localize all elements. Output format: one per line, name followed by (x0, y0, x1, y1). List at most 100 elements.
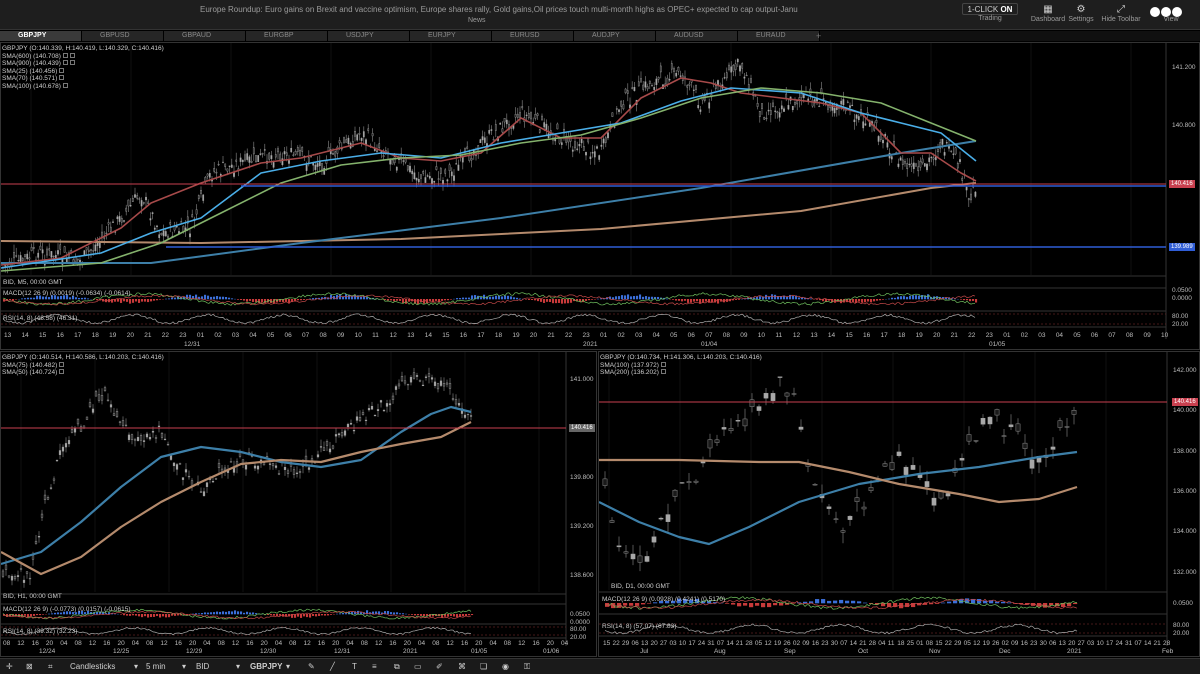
x-tick: 19 (773, 640, 782, 647)
x-tick: 08 (74, 640, 82, 647)
macd-bar (891, 297, 894, 300)
macd-bar (399, 299, 402, 301)
tab-gbpjpy[interactable]: GBPJPY (0, 31, 82, 41)
macd-bar (861, 299, 864, 303)
lock-icon[interactable]: ⚿ (524, 659, 530, 674)
layers-icon[interactable]: ❏ (480, 659, 487, 674)
timeframe-select[interactable]: 5 min (146, 659, 166, 674)
candle-body (879, 133, 882, 140)
candle-body (961, 177, 964, 181)
crop-icon[interactable]: ⌗ (48, 659, 53, 674)
x-tick: 22 (564, 332, 573, 339)
date-label: 12/31 (334, 648, 351, 655)
settings-button[interactable]: ⚙ Settings (1066, 3, 1096, 29)
x-tick: 12 (375, 640, 383, 647)
close-icon[interactable] (62, 52, 68, 58)
crosshair-icon[interactable]: ✛ (6, 659, 13, 674)
pencil-icon[interactable]: ✎ (308, 659, 315, 674)
macd-bar (447, 614, 450, 617)
x-tick: 26 (992, 640, 1000, 647)
candle-body (402, 160, 405, 162)
text-tool-icon[interactable]: T (352, 659, 357, 674)
brush-icon[interactable]: ✐ (436, 659, 443, 674)
screenshot-icon[interactable]: ⧉ (394, 659, 400, 674)
close-icon[interactable] (59, 369, 65, 374)
close-icon[interactable] (69, 52, 75, 58)
chart-panel-h1[interactable]: GBPJPY (O:140.514, H:140.586, L:140.203,… (0, 351, 597, 657)
close-icon[interactable] (59, 75, 65, 80)
candle-body (896, 451, 902, 456)
candle-body (362, 131, 365, 138)
eye-icon[interactable]: ◉ (502, 659, 509, 674)
candle-body (346, 423, 350, 428)
macd-bar (129, 299, 132, 304)
candle-body (420, 174, 422, 179)
one-click-switch[interactable]: 1-CLICK ON (962, 3, 1018, 15)
chart-type-select[interactable]: Candlesticks (70, 659, 115, 674)
tab-eurgbp[interactable]: EURGBP (246, 31, 328, 41)
tab-usdjpy[interactable]: USDJPY (328, 31, 410, 41)
x-tick: 07 (705, 332, 713, 339)
macd-bar (779, 603, 784, 606)
candle-body (127, 199, 130, 207)
candle-body (409, 165, 411, 173)
macd-bar (459, 298, 462, 300)
add-tab-button[interactable]: + (816, 31, 821, 41)
tab-audjpy[interactable]: AUDJPY (574, 31, 656, 41)
rect-tool-icon[interactable]: ▭ (414, 659, 422, 674)
price-side-select[interactable]: BID (196, 659, 209, 674)
zoom-icon[interactable]: ⊠ (26, 659, 33, 674)
candle-body (686, 481, 692, 483)
hline-tool-icon[interactable]: ≡ (372, 659, 377, 674)
view-button[interactable]: View (1156, 16, 1186, 28)
close-icon[interactable] (660, 369, 666, 374)
tab-eurjpy[interactable]: EURJPY (410, 31, 492, 41)
tab-gbpusd[interactable]: GBPUSD (82, 31, 164, 41)
one-click-toggle[interactable]: 1-CLICK ON Trading (962, 3, 1018, 22)
candle-body (214, 478, 218, 480)
chart-m5-canvas[interactable] (1, 43, 1200, 350)
chart-panel-m5[interactable]: GBPJPY (O:140.339, H:140.419, L:140.329,… (0, 42, 1200, 350)
candle-body (130, 434, 134, 440)
tab-euraud[interactable]: EURAUD (738, 31, 820, 41)
candle-body (765, 117, 768, 120)
candle-body (325, 441, 329, 446)
close-icon[interactable] (62, 82, 68, 88)
macd-bar (647, 603, 652, 604)
macd-bar (48, 613, 51, 615)
close-icon[interactable] (660, 361, 666, 367)
candle-body (912, 162, 915, 170)
dashboard-button[interactable]: ▦ Dashboard (1030, 3, 1066, 29)
measure-icon[interactable]: ⌘ (458, 659, 466, 674)
close-icon[interactable] (62, 60, 68, 65)
tab-audusd[interactable]: AUDUSD (656, 31, 738, 41)
tab-eurusd[interactable]: EURUSD (492, 31, 574, 41)
news-label[interactable]: News (468, 17, 486, 24)
line-tool-icon[interactable]: ╱ (330, 659, 335, 674)
candle-body (966, 434, 972, 442)
candle-body (147, 201, 150, 205)
candle-body (886, 142, 889, 148)
x-tick: 10 (1161, 332, 1169, 339)
x-tick: 02 (1020, 332, 1028, 339)
macd-bar (941, 602, 946, 604)
candle-body (732, 64, 735, 72)
close-icon[interactable] (59, 67, 65, 73)
x-tick: 12 (446, 640, 454, 647)
news-ticker[interactable]: Europe Roundup: Euro gains on Brexit and… (200, 5, 798, 14)
candle-body (924, 481, 930, 488)
macd-bar (12, 299, 15, 301)
close-icon[interactable] (69, 60, 75, 65)
candle-body (195, 209, 198, 215)
x-tick: 23 (985, 332, 993, 339)
hide-toolbar-button[interactable]: ⤢ Hide Toolbar (1100, 3, 1142, 29)
close-icon[interactable] (59, 361, 65, 367)
macd-bar (21, 298, 24, 300)
chart-panel-d1[interactable]: GBPJPY (O:140.734, H:141.306, L:140.203,… (598, 351, 1200, 657)
macd-bar (462, 614, 465, 617)
macd-bar (306, 614, 309, 618)
symbol-select[interactable]: GBPJPY (250, 659, 282, 674)
tab-gbpaud[interactable]: GBPAUD (164, 31, 246, 41)
chart-d1-canvas[interactable] (599, 352, 1200, 657)
macd-bar (863, 602, 868, 604)
